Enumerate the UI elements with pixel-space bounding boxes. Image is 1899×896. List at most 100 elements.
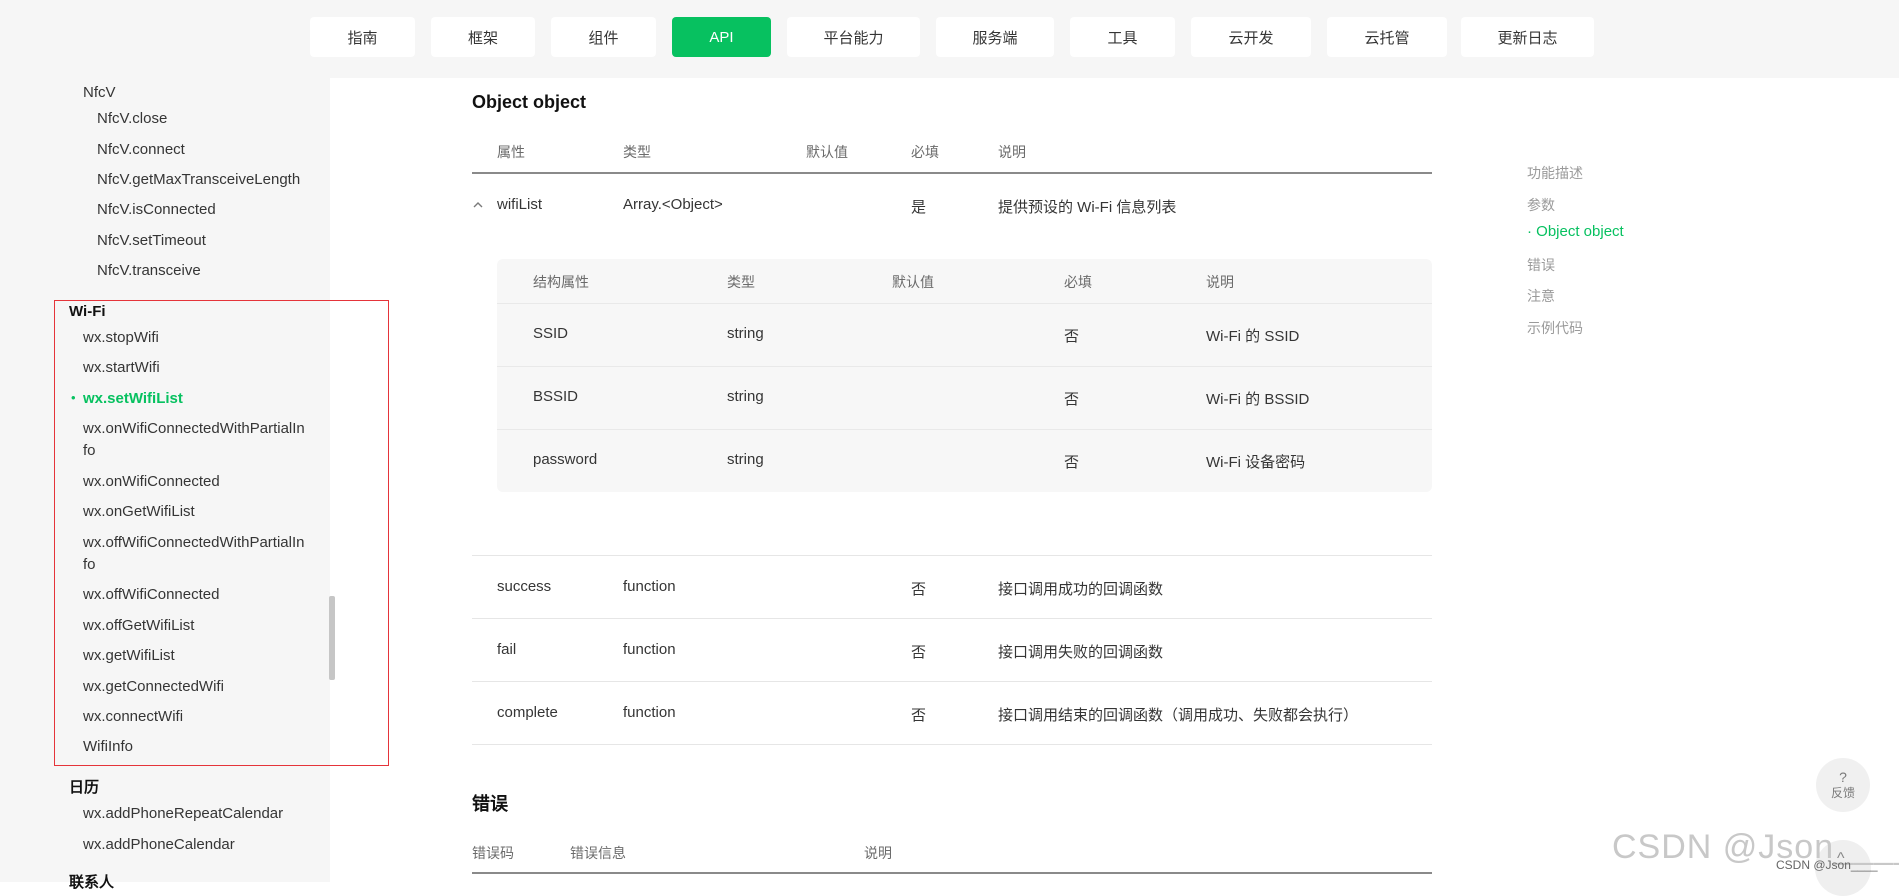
toc-item-notes[interactable]: 注意 bbox=[1527, 286, 1555, 306]
param-type-fail: function bbox=[623, 641, 676, 658]
sidebar-item-stopwifi[interactable]: wx.stopWifi bbox=[83, 327, 159, 349]
nested-divider bbox=[497, 429, 1432, 430]
sidebar-item-onwificonnected[interactable]: wx.onWifiConnected bbox=[83, 471, 220, 493]
sidebar-item-connectwifi[interactable]: wx.connectWifi bbox=[83, 706, 183, 728]
header-divider bbox=[472, 172, 1432, 174]
nested-header-type: 类型 bbox=[727, 274, 755, 290]
header-description: 说明 bbox=[998, 144, 1026, 160]
nav-tab-framework[interactable]: 框架 bbox=[431, 17, 535, 57]
nested-type-ssid: string bbox=[727, 325, 764, 342]
nested-required-password: 否 bbox=[1064, 454, 1080, 471]
sidebar-item-nfcv-connect[interactable]: NfcV.connect bbox=[97, 139, 185, 161]
top-nav-bar: 指南 框架 组件 API 平台能力 服务端 工具 云开发 云托管 更新日志 bbox=[0, 0, 1899, 78]
sidebar-item-offwificonnected[interactable]: wx.offWifiConnected bbox=[83, 584, 219, 606]
nav-tab-server[interactable]: 服务端 bbox=[936, 17, 1054, 57]
nested-divider bbox=[497, 303, 1432, 304]
nested-name-bssid: BSSID bbox=[533, 388, 579, 405]
nested-header-property: 结构属性 bbox=[533, 274, 589, 290]
header-default: 默认值 bbox=[806, 144, 848, 160]
nav-tab-cloud-hosting[interactable]: 云托管 bbox=[1327, 17, 1447, 57]
toc-item-errors[interactable]: 错误 bbox=[1527, 255, 1555, 275]
sidebar-item-getwifilist[interactable]: wx.getWifiList bbox=[83, 645, 175, 667]
chevron-up-icon[interactable] bbox=[472, 199, 484, 211]
row-divider bbox=[472, 744, 1432, 745]
sidebar-item-getconnectedwifi[interactable]: wx.getConnectedWifi bbox=[83, 676, 224, 698]
param-desc-complete: 接口调用结束的回调函数（调用成功、失败都会执行） bbox=[998, 707, 1359, 724]
header-property: 属性 bbox=[497, 144, 525, 160]
errors-header-description: 说明 bbox=[864, 845, 892, 861]
sidebar-group-calendar[interactable]: 日历 bbox=[69, 777, 99, 799]
toc-item-description[interactable]: 功能描述 bbox=[1527, 163, 1583, 183]
nested-required-bssid: 否 bbox=[1064, 391, 1080, 408]
watermark-small: CSDN @Json____ bbox=[1776, 858, 1878, 872]
active-indicator-dot: • bbox=[71, 390, 76, 405]
nested-name-ssid: SSID bbox=[533, 325, 569, 342]
param-desc-fail: 接口调用失败的回调函数 bbox=[998, 644, 1164, 661]
param-name-complete: complete bbox=[497, 704, 558, 721]
nested-divider bbox=[497, 366, 1432, 367]
param-desc-success: 接口调用成功的回调函数 bbox=[998, 581, 1164, 598]
toc-item-object[interactable]: · Object object bbox=[1527, 223, 1624, 240]
question-icon: ? bbox=[1839, 768, 1847, 785]
sidebar-group-nfcv[interactable]: NfcV bbox=[83, 82, 116, 104]
param-required-complete: 否 bbox=[911, 707, 927, 724]
sidebar-item-nfcv-isconnected[interactable]: NfcV.isConnected bbox=[97, 199, 216, 221]
param-type-complete: function bbox=[623, 704, 676, 721]
param-required-fail: 否 bbox=[911, 644, 927, 661]
sidebar-item-setwifilist[interactable]: wx.setWifiList bbox=[83, 388, 183, 410]
param-name-wifilist: wifiList bbox=[497, 196, 543, 213]
header-required: 必填 bbox=[911, 144, 939, 160]
param-required-success: 否 bbox=[911, 581, 927, 598]
nested-properties-table: 结构属性 类型 默认值 必填 说明 SSID string 否 Wi-Fi 的 … bbox=[497, 259, 1432, 492]
toc-item-params[interactable]: 参数 bbox=[1527, 195, 1555, 215]
nested-name-password: password bbox=[533, 451, 598, 468]
header-type: 类型 bbox=[623, 144, 651, 160]
nav-tab-tools[interactable]: 工具 bbox=[1070, 17, 1175, 57]
nav-tab-api[interactable]: API bbox=[672, 17, 771, 57]
nested-header-description: 说明 bbox=[1206, 274, 1234, 290]
feedback-label: 反馈 bbox=[1830, 785, 1855, 800]
sidebar-item-wifiinfo[interactable]: WifiInfo bbox=[83, 736, 133, 758]
sidebar-group-contacts[interactable]: 联系人 bbox=[69, 872, 114, 894]
sidebar-item-nfcv-transceive[interactable]: NfcV.transceive bbox=[97, 260, 201, 282]
sidebar-item-ongetwifilist[interactable]: wx.onGetWifiList bbox=[83, 501, 195, 523]
nested-required-ssid: 否 bbox=[1064, 328, 1080, 345]
nav-tab-components[interactable]: 组件 bbox=[551, 17, 656, 57]
nested-type-password: string bbox=[727, 451, 764, 468]
sidebar-item-startwifi[interactable]: wx.startWifi bbox=[83, 357, 160, 379]
nested-type-bssid: string bbox=[727, 388, 764, 405]
sidebar-group-wifi[interactable]: Wi-Fi bbox=[69, 301, 106, 323]
sidebar-item-offwificonnectedwithpartialinfo[interactable]: wx.offWifiConnectedWithPartialInfo bbox=[83, 532, 308, 576]
errors-header-code: 错误码 bbox=[472, 845, 514, 861]
sidebar-item-addphonerepeatcalendar[interactable]: wx.addPhoneRepeatCalendar bbox=[83, 803, 283, 825]
nav-tab-guide[interactable]: 指南 bbox=[310, 17, 415, 57]
sidebar-scrollbar[interactable] bbox=[329, 596, 335, 680]
param-type-success: function bbox=[623, 578, 676, 595]
row-divider bbox=[472, 681, 1432, 682]
nested-desc-bssid: Wi-Fi 的 BSSID bbox=[1206, 391, 1310, 408]
sidebar-item-addphonecalendar[interactable]: wx.addPhoneCalendar bbox=[83, 834, 235, 856]
sidebar-item-offgetwifilist[interactable]: wx.offGetWifiList bbox=[83, 615, 194, 637]
row-divider bbox=[472, 555, 1432, 556]
param-name-fail: fail bbox=[497, 641, 517, 658]
nested-desc-password: Wi-Fi 设备密码 bbox=[1206, 454, 1306, 471]
section-title-errors: 错误 bbox=[472, 794, 508, 814]
errors-header-divider bbox=[472, 872, 1432, 874]
nav-tab-platform[interactable]: 平台能力 bbox=[787, 17, 920, 57]
nested-desc-ssid: Wi-Fi 的 SSID bbox=[1206, 328, 1300, 345]
sidebar-item-nfcv-close[interactable]: NfcV.close bbox=[97, 108, 167, 130]
toc-item-example[interactable]: 示例代码 bbox=[1527, 318, 1583, 338]
sidebar-item-nfcv-getmaxtransceivelength[interactable]: NfcV.getMaxTransceiveLength bbox=[97, 169, 300, 191]
sidebar-item-nfcv-settimeout[interactable]: NfcV.setTimeout bbox=[97, 230, 206, 252]
nested-header-default: 默认值 bbox=[892, 274, 934, 290]
feedback-button[interactable]: ? 反馈 bbox=[1816, 758, 1870, 812]
nested-header-required: 必填 bbox=[1064, 274, 1092, 290]
row-divider bbox=[472, 618, 1432, 619]
nav-tab-changelog[interactable]: 更新日志 bbox=[1461, 17, 1594, 57]
section-title-object: Object object bbox=[472, 92, 587, 112]
nav-tab-cloud-dev[interactable]: 云开发 bbox=[1191, 17, 1311, 57]
param-desc-wifilist: 提供预设的 Wi-Fi 信息列表 bbox=[998, 199, 1177, 216]
sidebar-item-onwificonnectedwithpartialinfo[interactable]: wx.onWifiConnectedWithPartialInfo bbox=[83, 418, 308, 462]
errors-header-info: 错误信息 bbox=[570, 845, 626, 861]
param-type-wifilist: Array.<Object> bbox=[623, 196, 723, 213]
